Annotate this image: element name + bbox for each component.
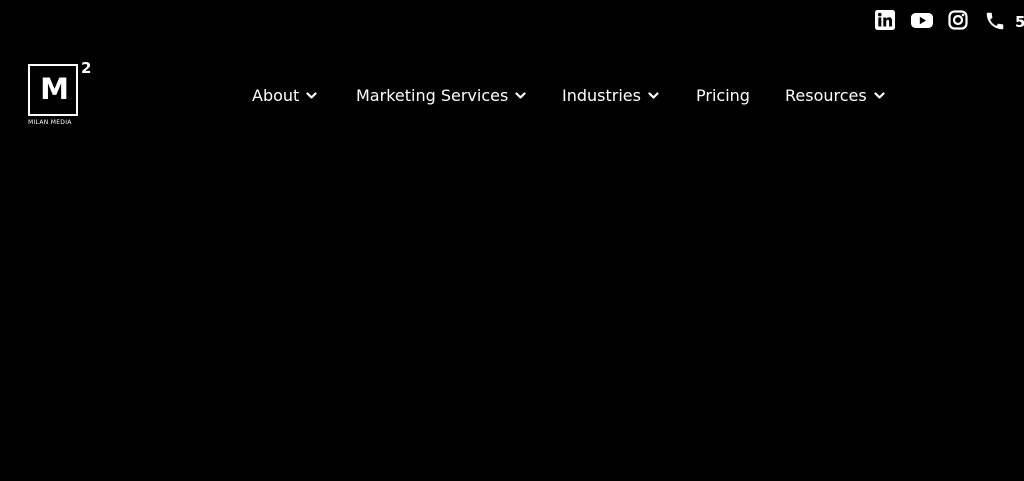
phone-link[interactable] xyxy=(984,10,1006,32)
instagram-link[interactable] xyxy=(948,10,968,30)
linkedin-link[interactable] xyxy=(875,10,895,30)
top-bar: 5 xyxy=(0,0,1024,44)
youtube-link[interactable] xyxy=(911,10,933,30)
logo-name: MILAN MEDIA xyxy=(28,119,72,126)
nav-marketing-services-label: Marketing Services xyxy=(356,86,509,105)
linkedin-icon xyxy=(875,10,895,30)
phone-number[interactable]: 5 xyxy=(1015,12,1024,32)
nav-resources-label: Resources xyxy=(785,86,867,105)
youtube-icon xyxy=(911,13,933,28)
logo-mark: M xyxy=(40,72,69,106)
nav-pricing[interactable]: Pricing xyxy=(696,85,750,107)
logo-link[interactable]: M 2 MILAN MEDIA xyxy=(28,59,106,130)
nav-industries[interactable]: Industries xyxy=(562,85,659,107)
chevron-down-icon xyxy=(515,92,526,99)
logo-superscript: 2 xyxy=(81,59,92,77)
nav-marketing-services[interactable]: Marketing Services xyxy=(356,85,526,107)
nav-industries-label: Industries xyxy=(562,86,641,105)
nav-pricing-label: Pricing xyxy=(696,86,750,105)
nav-about[interactable]: About xyxy=(252,85,317,107)
nav-about-label: About xyxy=(252,86,300,105)
chevron-down-icon xyxy=(648,92,659,99)
nav-resources[interactable]: Resources xyxy=(785,85,885,107)
chevron-down-icon xyxy=(874,92,885,99)
phone-icon xyxy=(986,12,1004,30)
chevron-down-icon xyxy=(306,92,317,99)
instagram-icon xyxy=(948,10,968,30)
